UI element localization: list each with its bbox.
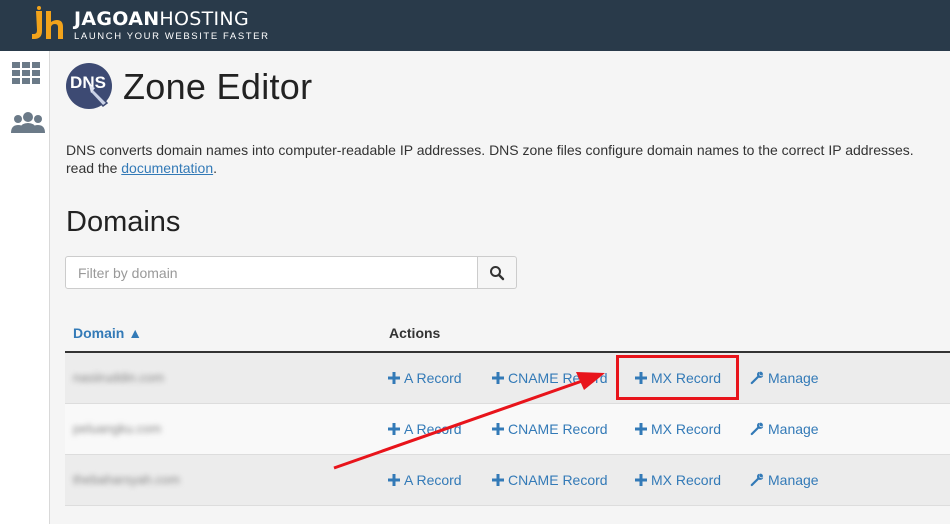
wrench-icon: [750, 473, 764, 487]
add-cname-record-link[interactable]: CNAME Record: [492, 370, 608, 386]
domain-filter: [65, 256, 517, 289]
add-mx-record-link[interactable]: MX Record: [635, 370, 721, 386]
wrench-icon: [750, 371, 764, 385]
main-content: DNS Zone Editor DNS converts domain name…: [51, 51, 950, 524]
search-icon: [490, 265, 505, 280]
add-cname-record-link[interactable]: CNAME Record: [492, 421, 608, 437]
top-bar: JAGOANHOSTING LAUNCH YOUR WEBSITE FASTER: [0, 0, 950, 51]
add-cname-record-link[interactable]: CNAME Record: [492, 472, 608, 488]
plus-icon: [492, 474, 504, 486]
manage-zone-link[interactable]: Manage: [750, 472, 819, 488]
plus-icon: [492, 372, 504, 384]
manage-zone-link[interactable]: Manage: [750, 421, 819, 437]
plus-icon: [388, 372, 400, 384]
manage-zone-link[interactable]: Manage: [750, 370, 819, 386]
users-icon[interactable]: [10, 111, 45, 137]
table-row: thebaharsyah.com A Record CNAME Record M…: [65, 455, 950, 506]
domain-name: thebaharsyah.com: [73, 472, 180, 487]
wrench-icon: [750, 422, 764, 436]
domains-table: Domain ▲ Actions nasiiruddin.com A Recor…: [65, 315, 950, 506]
domain-name: peluangku.com: [73, 421, 162, 436]
plus-icon: [635, 474, 647, 486]
page-description: DNS converts domain names into computer-…: [66, 142, 914, 176]
table-row: nasiiruddin.com A Record CNAME Record MX…: [65, 353, 950, 404]
brand-tagline: LAUNCH YOUR WEBSITE FASTER: [74, 30, 270, 42]
plus-icon: [388, 423, 400, 435]
domains-heading: Domains: [66, 206, 181, 238]
plus-icon: [635, 372, 647, 384]
add-a-record-link[interactable]: A Record: [388, 421, 462, 437]
brand-logo[interactable]: JAGOANHOSTING LAUNCH YOUR WEBSITE FASTER: [28, 5, 270, 45]
left-sidebar: [0, 51, 50, 524]
plus-icon: [388, 474, 400, 486]
brand-name: JAGOANHOSTING: [74, 7, 249, 30]
domain-filter-input[interactable]: [65, 256, 478, 289]
plus-icon: [635, 423, 647, 435]
add-mx-record-link[interactable]: MX Record: [635, 472, 721, 488]
table-header: Domain ▲ Actions: [65, 315, 950, 353]
svg-text:DNS: DNS: [70, 73, 106, 92]
brand-logo-icon: [28, 5, 68, 45]
grid-icon[interactable]: [10, 61, 42, 87]
add-a-record-link[interactable]: A Record: [388, 472, 462, 488]
documentation-link[interactable]: documentation: [121, 160, 213, 176]
domain-column-header[interactable]: Domain ▲: [73, 325, 142, 341]
add-mx-record-link[interactable]: MX Record: [635, 421, 721, 437]
page-title: Zone Editor: [123, 66, 313, 107]
domain-name: nasiiruddin.com: [73, 370, 165, 385]
table-row: peluangku.com A Record CNAME Record MX R…: [65, 404, 950, 455]
actions-column-header: Actions: [389, 325, 441, 341]
plus-icon: [492, 423, 504, 435]
dns-icon: DNS: [65, 62, 115, 112]
add-a-record-link[interactable]: A Record: [388, 370, 462, 386]
search-button[interactable]: [478, 256, 517, 289]
